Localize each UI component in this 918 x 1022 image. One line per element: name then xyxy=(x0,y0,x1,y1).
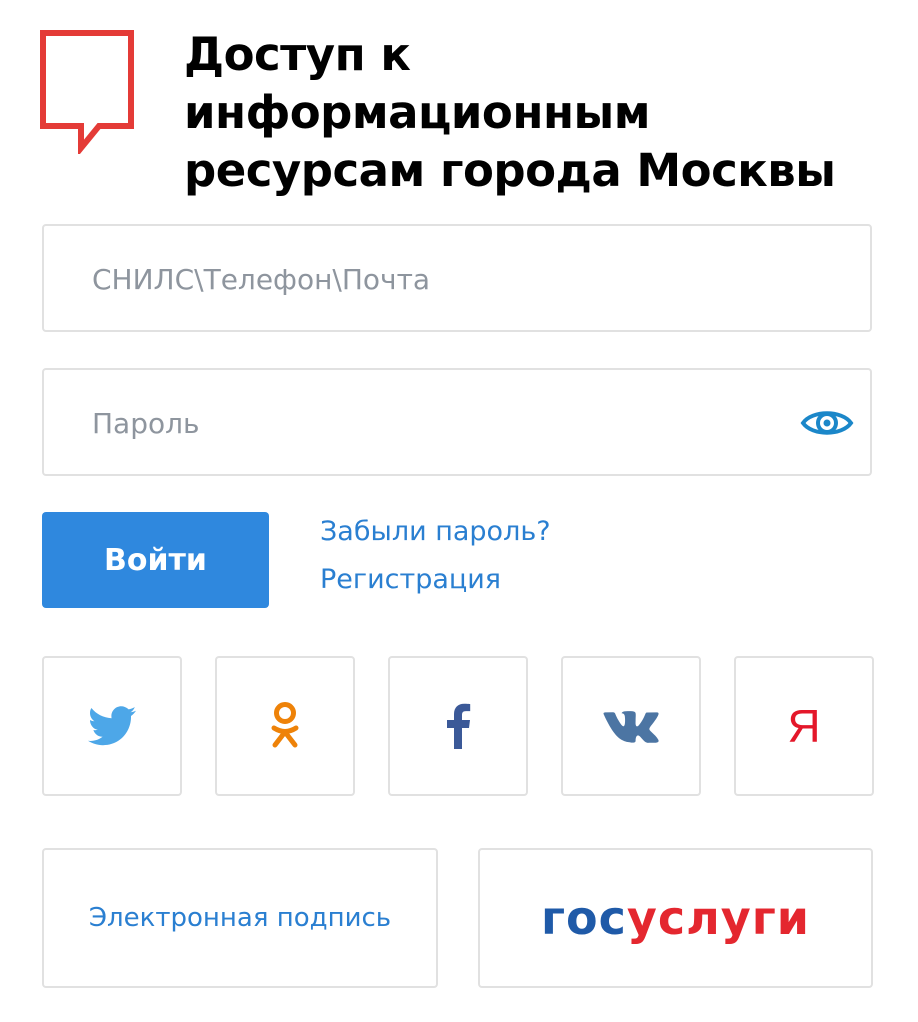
twitter-icon xyxy=(88,706,136,746)
vk-button[interactable] xyxy=(561,656,701,796)
gosuslugi-logo-part2: услуги xyxy=(626,891,811,945)
odnoklassniki-icon xyxy=(271,702,299,748)
register-link[interactable]: Регистрация xyxy=(320,564,501,595)
vk-icon xyxy=(603,711,659,743)
gosuslugi-logo-part1: гос xyxy=(540,891,627,945)
password-input[interactable] xyxy=(90,370,794,476)
yandex-icon: Я xyxy=(787,700,821,752)
gosuslugi-logo: госуслуги xyxy=(541,891,810,945)
login-button[interactable]: Войти xyxy=(42,512,269,608)
page-title: Доступ к информационным ресурсам города … xyxy=(184,26,884,200)
twitter-button[interactable] xyxy=(42,656,182,796)
electronic-signature-button[interactable]: Электронная подпись xyxy=(42,848,438,988)
eye-icon[interactable] xyxy=(800,406,854,440)
facebook-icon xyxy=(447,703,471,749)
page-title-line-1: Доступ к информационным xyxy=(184,28,651,139)
page-title-line-2: ресурсам города Москвы xyxy=(184,144,836,197)
facebook-button[interactable] xyxy=(388,656,528,796)
odnoklassniki-button[interactable] xyxy=(215,656,355,796)
yandex-button[interactable]: Я xyxy=(734,656,874,796)
password-field[interactable] xyxy=(42,368,872,476)
gosuslugi-button[interactable]: госуслуги xyxy=(478,848,873,988)
electronic-signature-label: Электронная подпись xyxy=(88,903,392,933)
login-input[interactable] xyxy=(90,226,794,332)
mos-logo-icon xyxy=(40,30,134,154)
forgot-password-link[interactable]: Забыли пароль? xyxy=(320,516,551,547)
login-field[interactable] xyxy=(42,224,872,332)
